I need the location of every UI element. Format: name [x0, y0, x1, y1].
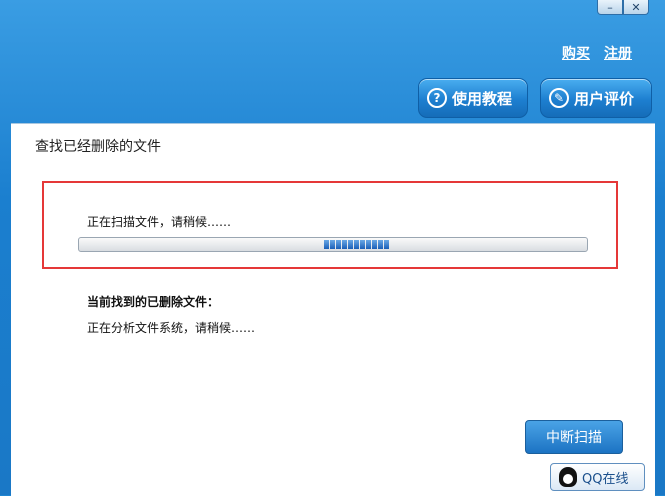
progress-segment	[360, 240, 365, 249]
stop-scan-button[interactable]: 中断扫描	[525, 420, 623, 454]
buy-link[interactable]: 购买	[562, 43, 590, 63]
progress-segment	[330, 240, 335, 249]
review-button[interactable]: ✎ 用户评价	[540, 78, 652, 118]
review-button-label: 用户评价	[574, 89, 635, 108]
scan-status-text: 正在扫描文件，请稍候……	[87, 215, 232, 229]
progress-segment	[336, 240, 341, 249]
tutorial-button[interactable]: ? 使用教程	[418, 78, 528, 118]
app-window: – ✕ 购买 注册 ? 使用教程 ✎ 用户评价 查找已经删除的文件 正在扫描文件…	[0, 0, 665, 496]
found-files-label: 当前找到的已删除文件：	[87, 295, 220, 309]
progress-segment	[348, 240, 353, 249]
review-icon: ✎	[549, 88, 569, 108]
progress-segment	[366, 240, 371, 249]
qq-penguin-icon	[559, 467, 577, 487]
qq-online-label: QQ在线	[582, 471, 629, 487]
tutorial-button-label: 使用教程	[452, 89, 513, 108]
scan-progress-bar	[78, 237, 588, 252]
register-link[interactable]: 注册	[604, 43, 632, 63]
progress-segment	[378, 240, 383, 249]
progress-segment	[342, 240, 347, 249]
progress-segment	[384, 240, 389, 249]
minimize-button[interactable]: –	[597, 0, 623, 15]
close-button[interactable]: ✕	[623, 0, 649, 15]
analysis-status-text: 正在分析文件系统，请稍候……	[87, 321, 256, 335]
minimize-icon: –	[607, 0, 613, 14]
progress-segment	[372, 240, 377, 249]
qq-online-button[interactable]: QQ在线	[550, 463, 645, 491]
help-icon: ?	[427, 88, 447, 108]
progress-segment	[324, 240, 329, 249]
progress-segment	[354, 240, 359, 249]
close-icon: ✕	[631, 0, 641, 14]
progress-indicator	[324, 240, 389, 249]
page-title: 查找已经删除的文件	[35, 139, 161, 155]
content-panel: 查找已经删除的文件 正在扫描文件，请稍候…… 当前找到的已删除文件： 正在分析文…	[11, 123, 655, 496]
